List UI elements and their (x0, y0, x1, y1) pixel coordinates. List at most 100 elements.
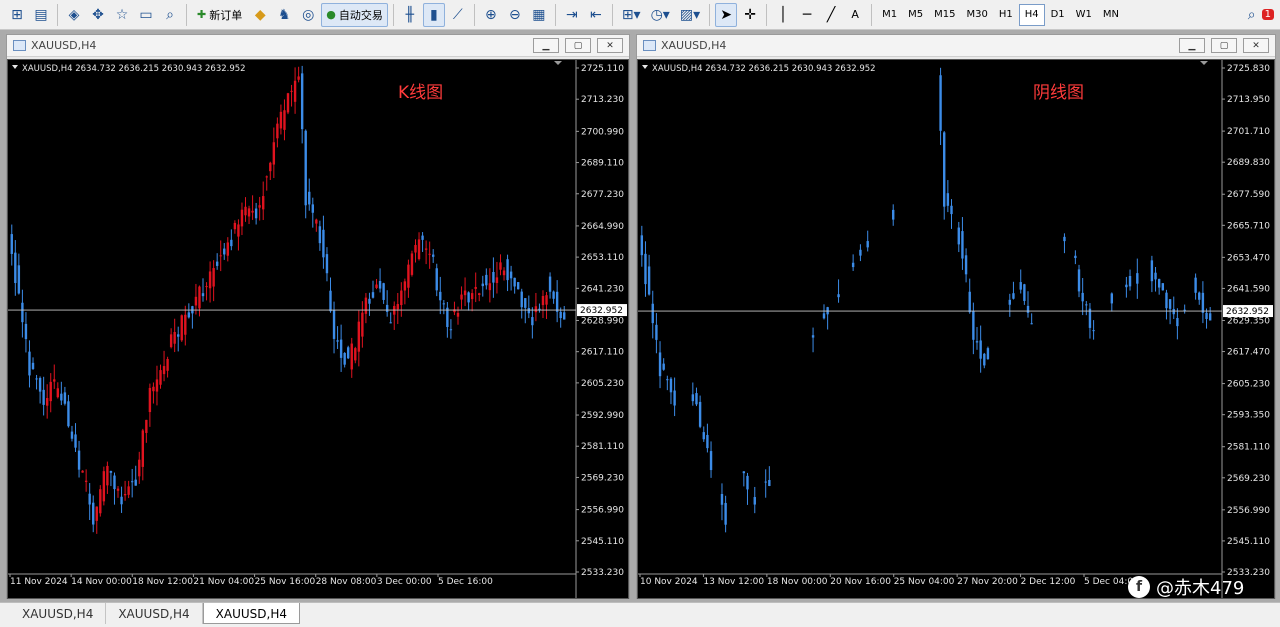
alerts-badge[interactable]: 1 (1261, 9, 1274, 20)
candle (1154, 267, 1157, 292)
candle-body (1085, 304, 1088, 306)
candle (647, 254, 651, 296)
cursor-icon[interactable]: ➤ (715, 2, 738, 27)
close-button[interactable]: ✕ (597, 38, 623, 53)
candle (994, 347, 997, 365)
candle (797, 351, 800, 382)
close-button[interactable]: ✕ (1243, 38, 1269, 53)
candlestick-icon[interactable]: ▮ (422, 2, 445, 27)
trendline-icon[interactable]: ╱ (820, 3, 842, 27)
candle (368, 292, 371, 316)
candle (669, 377, 673, 405)
candle-body (396, 304, 399, 310)
indicators-icon[interactable]: ⊞▾ (618, 3, 645, 27)
maximize-button[interactable]: ▢ (565, 38, 591, 53)
candle (318, 220, 322, 251)
strategy-tester-icon[interactable]: ⌕ (159, 3, 181, 27)
timeframe-m5[interactable]: M5 (903, 4, 928, 26)
market-watch-icon[interactable]: ◈ (63, 3, 85, 27)
candle-body (102, 471, 106, 502)
candle (1085, 301, 1088, 316)
candle (950, 199, 953, 229)
candle (516, 281, 520, 290)
candle-body (1114, 294, 1117, 301)
price-chart[interactable]: 2725.830 2713.950 2701.710 2689.830 2677.590… (637, 59, 1275, 599)
maximize-button[interactable]: ▢ (1211, 38, 1237, 53)
vertical-line-icon[interactable]: │ (772, 3, 794, 27)
minimize-button[interactable]: ▁ (1179, 38, 1205, 53)
timeframe-w1[interactable]: W1 (1071, 4, 1097, 26)
bar-chart-icon[interactable]: ╫ (399, 3, 421, 27)
candle (148, 383, 152, 427)
candle-body (130, 481, 134, 483)
window-title-bar: XAUUSD,H4 ▁ ▢ ✕ (7, 35, 629, 57)
timeframe-m30[interactable]: M30 (961, 4, 992, 26)
timeframe-m1[interactable]: M1 (877, 4, 902, 26)
candle-body (943, 132, 946, 207)
candle-body (92, 502, 95, 525)
minimize-button[interactable]: ▁ (533, 38, 559, 53)
candle (855, 241, 858, 273)
chart-tab[interactable]: XAUUSD,H4 (106, 603, 203, 624)
search-icon[interactable]: ⌕ (1248, 7, 1256, 23)
timeframe-m15[interactable]: M15 (929, 4, 960, 26)
candle-body (166, 358, 169, 371)
terminal-icon[interactable]: ▭ (135, 3, 157, 27)
chart-tab-active[interactable]: XAUUSD,H4 (202, 603, 300, 624)
data-window-icon[interactable]: ✥ (87, 3, 109, 27)
candle-body (88, 493, 91, 505)
chart-shift-marker-icon (554, 61, 562, 65)
candle-body (205, 286, 208, 288)
candle-body (336, 340, 339, 342)
timeframe-h1[interactable]: H1 (994, 4, 1018, 26)
navigator-icon[interactable]: ☆ (111, 3, 133, 27)
templates-icon[interactable]: ▨▾ (676, 3, 704, 27)
auto-trading-button[interactable]: ● 自动交易 (321, 2, 388, 27)
price-chart[interactable]: 2725.110 2713.230 2700.990 2689.110 2677.230… (7, 59, 629, 599)
candle-body (322, 229, 325, 258)
periods-icon[interactable]: ◷▾ (647, 3, 674, 27)
zoom-out-icon[interactable]: ⊖ (504, 3, 526, 27)
candle-body (789, 380, 793, 393)
candle-body (99, 489, 102, 514)
profiles-icon[interactable]: ▤ (30, 3, 52, 27)
candle-body (870, 224, 873, 231)
candle-body (1128, 276, 1132, 287)
timeframe-h4[interactable]: H4 (1018, 3, 1045, 26)
tile-windows-icon[interactable]: ▦ (528, 3, 550, 27)
candle-body (983, 353, 986, 366)
candle (666, 375, 669, 391)
candle (38, 376, 42, 404)
zoom-in-icon[interactable]: ⊕ (480, 3, 502, 27)
market-icon[interactable]: ◎ (297, 3, 319, 27)
price-tick-label: 2605.230 (1227, 380, 1270, 390)
auto-scroll-icon[interactable]: ⇥ (561, 3, 583, 27)
horizontal-line-icon[interactable]: ─ (796, 3, 818, 27)
window-controls: ▁ ▢ ✕ (1179, 38, 1275, 53)
candle-body (669, 378, 673, 393)
time-tick-label: 28 Nov 08:00 (316, 577, 377, 587)
timeframe-d1[interactable]: D1 (1046, 4, 1070, 26)
metaeditor-icon[interactable]: ◆ (249, 3, 271, 27)
new-chart-icon[interactable]: ⊞ (6, 3, 28, 27)
new-order-button[interactable]: ✚ 新订单 (192, 3, 247, 27)
chart-shift-icon[interactable]: ⇤ (585, 3, 607, 27)
candle-body (244, 206, 247, 216)
text-tool-icon[interactable]: A (844, 3, 866, 27)
timeframe-mn[interactable]: MN (1098, 4, 1124, 26)
line-chart-icon[interactable]: ⟋ (447, 3, 469, 27)
candle-body (859, 249, 862, 256)
crosshair-icon[interactable]: ✛ (739, 3, 761, 27)
chart-tab[interactable]: XAUUSD,H4 (10, 603, 107, 624)
signals-icon[interactable]: ♞ (273, 3, 295, 27)
price-tick-label: 2605.230 (581, 379, 624, 389)
candle-body (848, 269, 851, 288)
candle-body (1074, 255, 1077, 259)
candle (169, 328, 173, 349)
candle-body (946, 193, 950, 206)
candle-body (1198, 292, 1201, 300)
candle-body (400, 290, 403, 306)
candle-body (81, 470, 84, 473)
candle-body (347, 347, 350, 359)
candle-body (830, 297, 833, 307)
